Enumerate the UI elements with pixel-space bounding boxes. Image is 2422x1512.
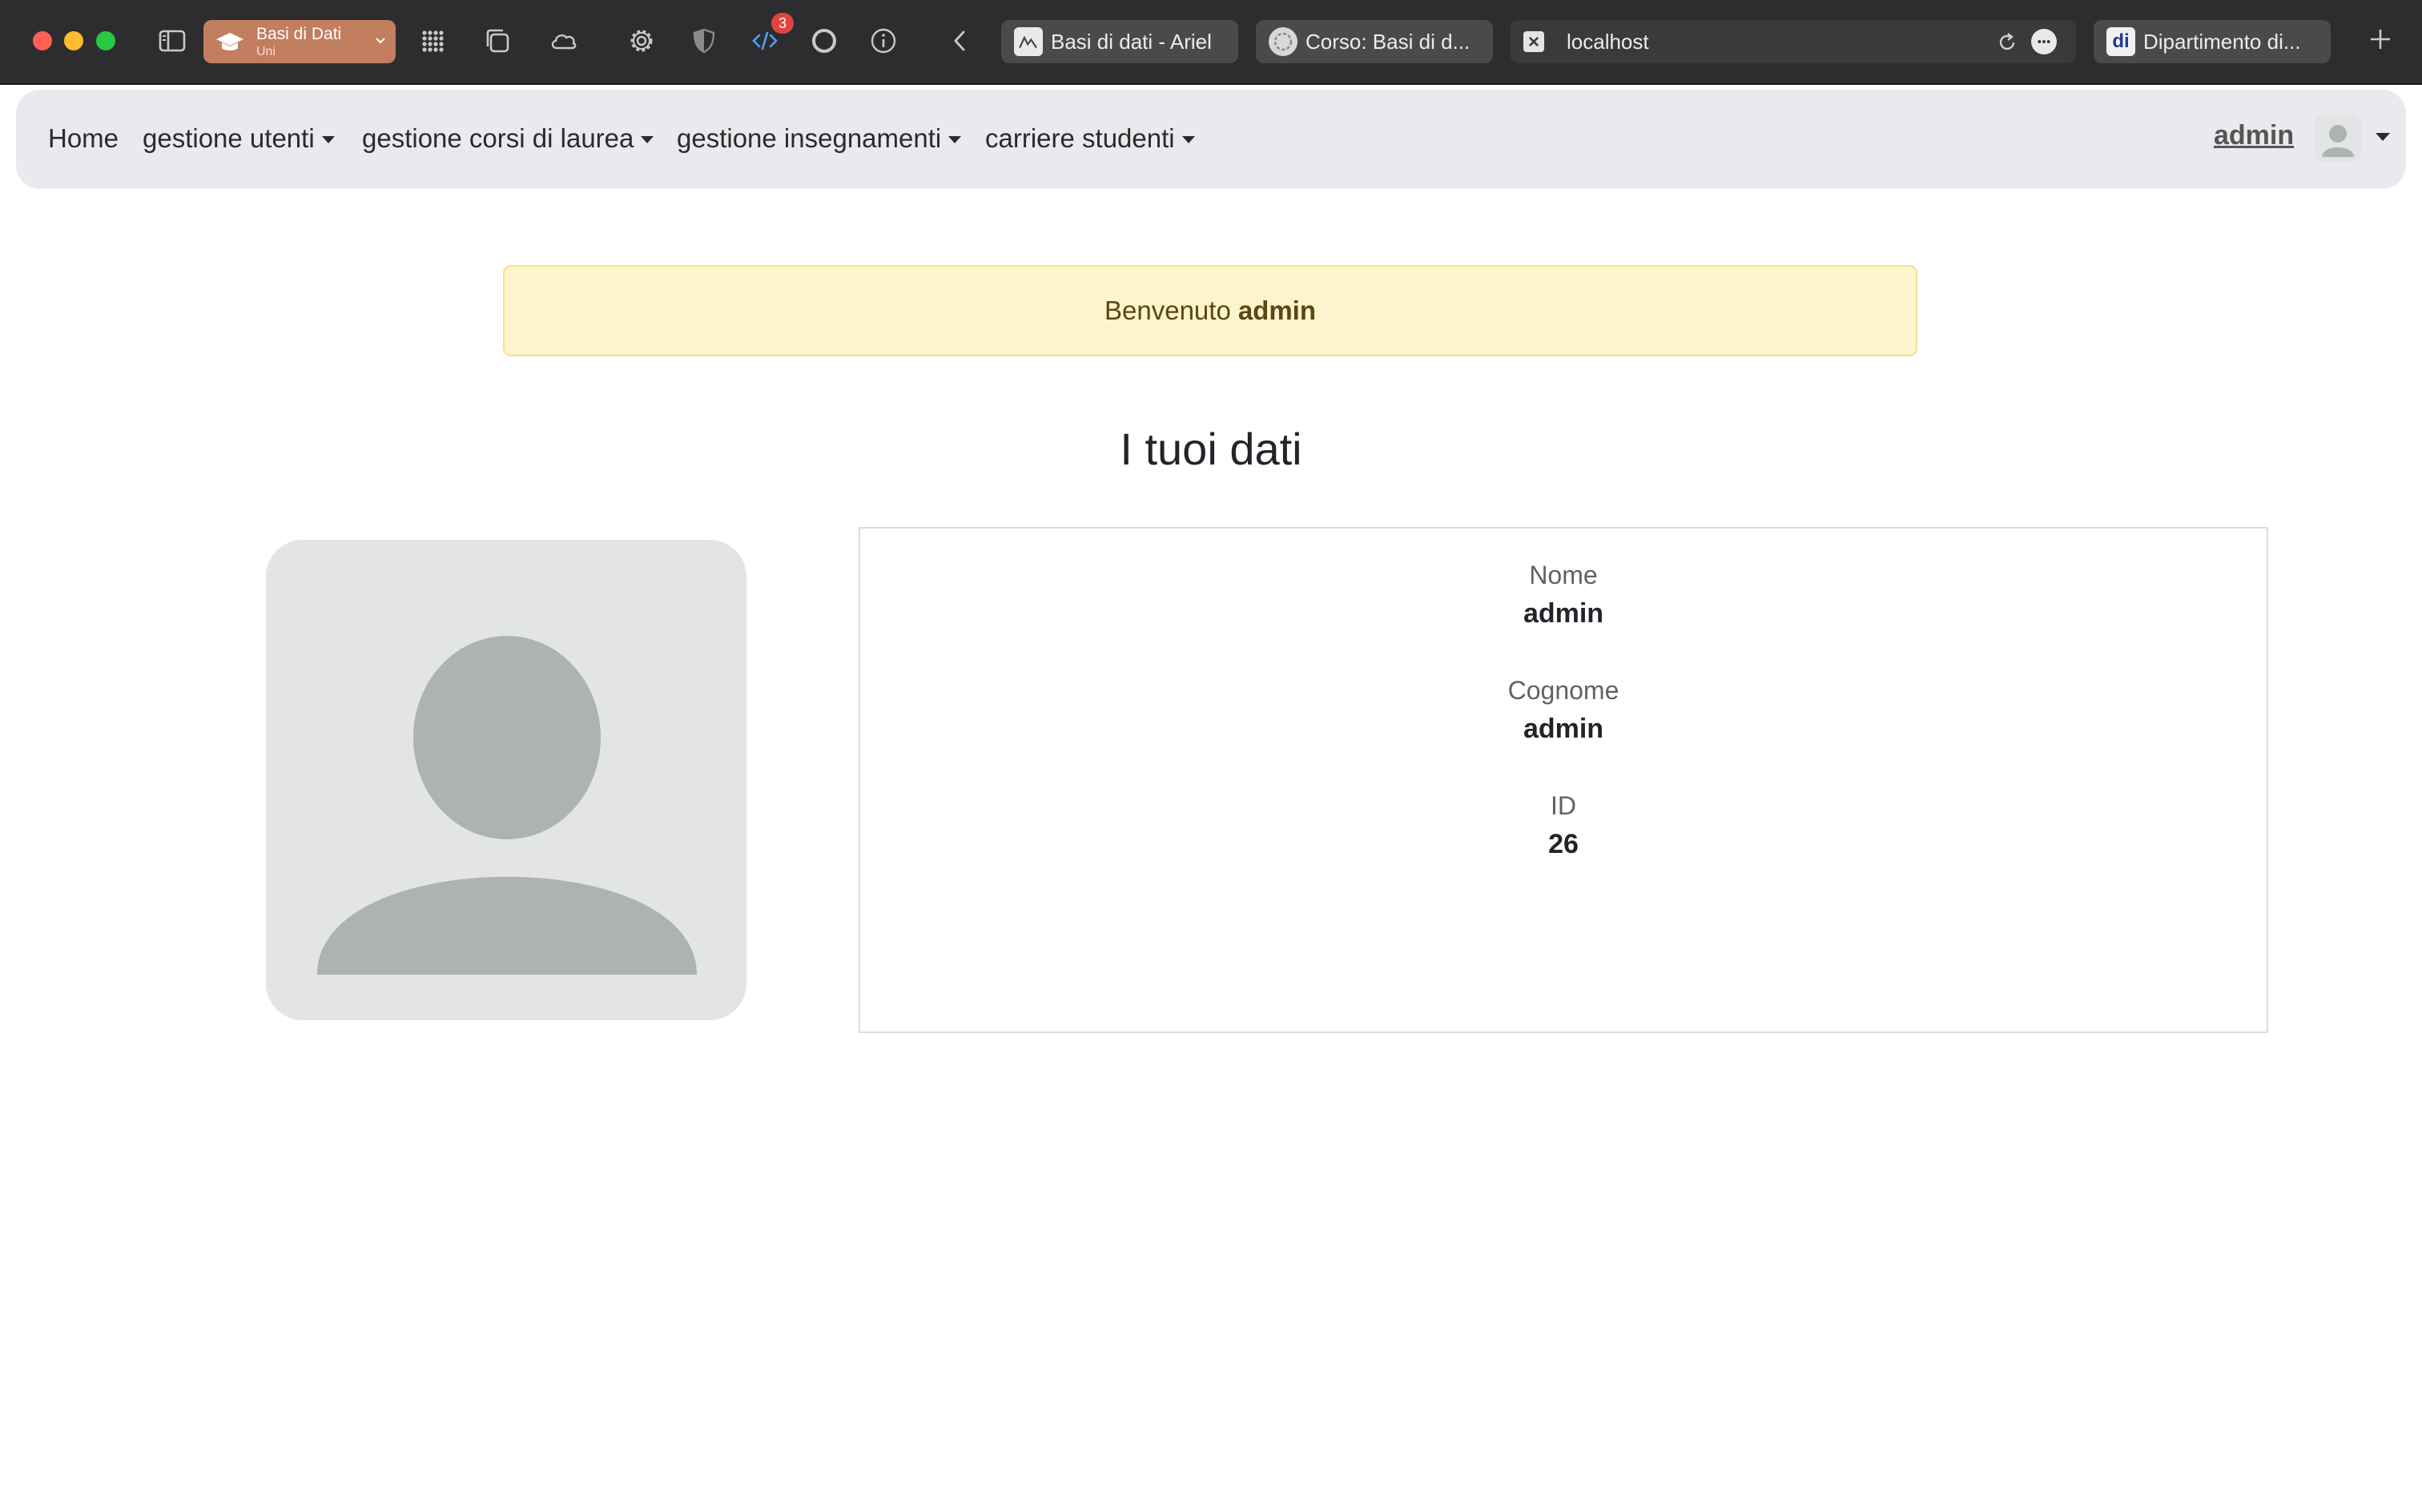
sidebar-toggle-icon[interactable] [155, 24, 189, 58]
close-window-button[interactable] [33, 31, 52, 50]
address-text[interactable]: localhost [1567, 30, 1649, 54]
tab-label: Basi di dati - Ariel [1051, 29, 1212, 54]
user-data-card: Nome admin Cognome admin ID 26 [859, 527, 2268, 1033]
more-options-icon[interactable] [2031, 29, 2057, 54]
field-nome: Nome admin [860, 561, 2267, 629]
nav-item-label: carriere studenti [985, 123, 1175, 153]
nav-home-link[interactable]: Home [48, 123, 119, 154]
field-value: 26 [1548, 829, 1579, 859]
devtools-badge: 3 [771, 13, 794, 34]
tab-corso-basi-di-dati[interactable]: Corso: Basi di d... [1256, 20, 1493, 63]
welcome-alert: Benvenuto admin [503, 265, 1917, 356]
grid-icon[interactable] [416, 24, 450, 58]
field-label: Cognome [1507, 676, 1619, 705]
cloud-icon[interactable] [546, 24, 580, 58]
caret-down-icon [1181, 135, 1195, 143]
moodle-favicon-icon [1269, 27, 1298, 56]
tab-group-button[interactable]: Basi di Dati Uni [203, 20, 396, 63]
close-tab-icon[interactable] [1523, 31, 1544, 52]
ariel-favicon-icon [1014, 27, 1043, 56]
welcome-text: Benvenuto [1104, 296, 1231, 325]
graduation-cap-icon [216, 33, 243, 50]
gear-icon[interactable] [625, 24, 658, 58]
avatar[interactable] [2315, 115, 2361, 162]
shield-icon[interactable] [687, 24, 721, 58]
circle-icon[interactable] [807, 24, 841, 58]
main-navbar: Home gestione utenti gestione corsi di l… [16, 90, 2406, 189]
minimize-window-button[interactable] [64, 31, 83, 50]
dipartimento-favicon-icon: di [2106, 27, 2135, 56]
tab-basi-di-dati-ariel[interactable]: Basi di dati - Ariel [1001, 20, 1238, 63]
tab-label: Dipartimento di... [2143, 29, 2301, 54]
nav-gestione-corsi-dropdown[interactable]: gestione corsi di laurea [362, 123, 654, 154]
new-tab-plus-icon[interactable] [2363, 19, 2398, 59]
welcome-username: admin [1237, 296, 1316, 325]
field-label: ID [1551, 791, 1576, 820]
profile-picture [266, 540, 746, 1020]
reload-icon[interactable] [1996, 31, 2018, 54]
user-menu-link[interactable]: admin [2214, 120, 2294, 151]
nav-item-label: Home [48, 123, 119, 153]
page-title: I tuoi dati [1120, 424, 1302, 474]
field-cognome: Cognome admin [860, 676, 2267, 745]
tab-dipartimento[interactable]: di Dipartimento di... [2094, 20, 2331, 63]
field-value: admin [1523, 714, 1604, 744]
nav-item-label: gestione corsi di laurea [362, 123, 634, 153]
user-menu-caret-icon[interactable] [2376, 133, 2390, 141]
caret-down-icon [948, 135, 962, 143]
info-icon[interactable] [867, 24, 900, 58]
tab-overview-icon[interactable] [481, 24, 514, 58]
field-id: ID 26 [860, 791, 2267, 860]
field-label: Nome [1529, 561, 1598, 589]
tab-localhost-address-bar[interactable]: localhost [1511, 20, 2076, 63]
zoom-window-button[interactable] [96, 31, 115, 50]
caret-down-icon [641, 135, 654, 143]
tab-label: Corso: Basi di d... [1306, 29, 1470, 54]
nav-gestione-utenti-dropdown[interactable]: gestione utenti [143, 123, 335, 154]
nav-item-label: gestione utenti [143, 123, 315, 153]
tab-group-subtitle: Uni [256, 45, 276, 58]
caret-down-icon [321, 135, 335, 143]
nav-gestione-insegnamenti-dropdown[interactable]: gestione insegnamenti [677, 123, 962, 154]
nav-item-label: gestione insegnamenti [677, 123, 942, 153]
field-value: admin [1523, 598, 1604, 629]
tab-group-name: Basi di Dati [256, 25, 342, 43]
back-arrow-icon[interactable] [943, 24, 977, 58]
browser-toolbar: Basi di Dati Uni 3 Basi di dati - Ariel [0, 0, 2422, 85]
user-silhouette-icon [317, 636, 697, 975]
nav-carriere-studenti-dropdown[interactable]: carriere studenti [985, 123, 1195, 154]
chevron-down-icon [376, 38, 385, 44]
